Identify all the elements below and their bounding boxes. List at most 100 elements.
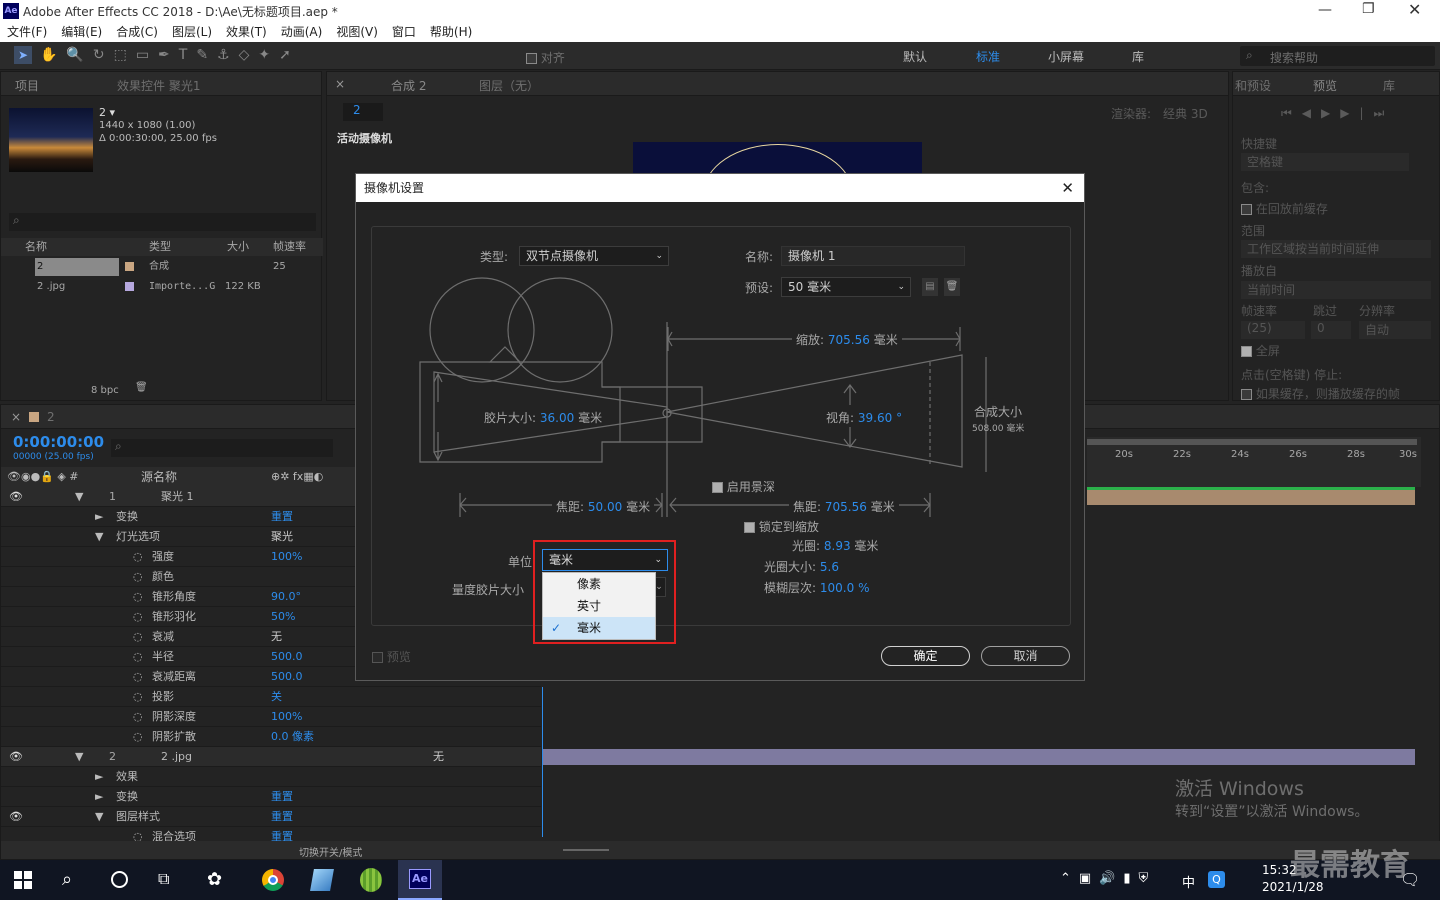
property-value[interactable]: 100% [271,707,302,727]
task-view-icon[interactable]: ⧉ [158,869,169,889]
windows-start-icon[interactable] [14,871,32,889]
menu-edit[interactable]: 编辑(E) [54,22,109,42]
tab-composition[interactable]: 合成 2 [391,77,426,94]
property-value[interactable]: 0.0 像素 [271,727,314,747]
snap-checkbox[interactable]: 对齐 [526,49,565,66]
preset-select[interactable]: 50 毫米 ⌄ [781,277,911,297]
blur-level-value[interactable]: 100.0 [820,581,854,595]
focal-length-value[interactable]: 50.00 [588,500,622,514]
units-option-pixels[interactable]: 像素 [543,573,655,595]
menu-composition[interactable]: 合成(C) [109,22,165,42]
stopwatch-icon[interactable]: ◌ [133,687,143,707]
selection-tool-icon[interactable]: ➤ [14,46,32,64]
maximize-button[interactable]: ❐ [1362,1,1378,17]
stopwatch-icon[interactable]: ◌ [133,727,143,747]
menu-effect[interactable]: 效果(T) [219,22,274,42]
toggle-switches-modes[interactable]: 切换开关/模式 [299,844,362,859]
focus-distance-value[interactable]: 705.56 [825,500,867,514]
workspace-small-screen[interactable]: 小屏幕 [1048,48,1084,65]
property-value[interactable]: 500.0 [271,647,303,667]
property-value[interactable]: 50% [271,607,295,627]
expand-toggle-icon[interactable]: ▼ [75,487,83,507]
property-value[interactable]: 重置 [271,807,293,827]
zoom-slider[interactable] [563,849,609,851]
property-value[interactable]: 关 [271,687,282,707]
property-value[interactable]: 无 [271,627,282,647]
search-icon[interactable]: ⌕ [62,869,72,890]
close-tab-icon[interactable]: × [335,77,345,91]
pinwheel-app-icon[interactable]: ✿ [207,869,222,890]
menu-window[interactable]: 窗口 [385,22,423,42]
project-item-comp[interactable]: 2 合成 25 [1,258,323,276]
property-row[interactable]: ◌ 阴影深度 100% [1,707,541,727]
layer1-bar[interactable] [1087,487,1415,505]
close-tab-icon[interactable]: × [11,410,21,424]
minimize-button[interactable]: — [1318,2,1334,18]
property-row[interactable]: ◌ 阴影扩散 0.0 像素 [1,727,541,747]
visibility-eye-icon[interactable]: 👁 [9,747,23,767]
stopwatch-icon[interactable]: ◌ [133,707,143,727]
delete-preset-icon[interactable]: 🗑 [944,278,960,296]
search-help-box[interactable]: ⌕ 搜索帮助 [1240,46,1435,66]
aperture-value[interactable]: 8.93 [824,539,851,553]
stopwatch-icon[interactable]: ◌ [133,547,143,567]
tab-effect-controls[interactable]: 效果控件 聚光1 [117,77,200,94]
cortana-icon[interactable] [111,871,128,888]
work-area-bar[interactable] [1087,439,1417,445]
shortcut-select[interactable]: 空格键 [1241,153,1409,171]
depth-of-field-checkbox[interactable]: 启用景深 [712,478,775,495]
aov-value[interactable]: 39.60 [858,411,892,425]
tab-library[interactable]: 库 [1383,77,1395,94]
comp-breadcrumb[interactable]: 2 [343,103,383,121]
stopwatch-icon[interactable]: ◌ [133,647,143,667]
property-row[interactable]: 👁 ▼ 图层样式 重置 [1,807,541,827]
tab-presets[interactable]: 和预设 [1235,77,1271,94]
timeline-search[interactable]: ⌕ [111,439,333,457]
tab-layer[interactable]: 图层（无） [479,77,539,94]
workspace-default[interactable]: 默认 [903,48,927,65]
play-from-select[interactable]: 当前时间 [1241,281,1431,299]
camera-type-select[interactable]: 双节点摄像机 ⌄ [519,246,669,266]
resolution-select[interactable]: 自动 [1359,321,1431,339]
f-stop-value[interactable]: 5.6 [820,560,839,574]
fps-select[interactable]: (25) [1241,321,1305,339]
tool-icons[interactable]: ✋🔍↻⬚▭✒T✎⚓◇✦➚ [40,47,300,63]
property-value[interactable]: 90.0° [271,587,301,607]
project-search[interactable]: ⌕ [9,213,316,231]
menu-animation[interactable]: 动画(A) [274,22,330,42]
range-select[interactable]: 工作区域按当前时间延伸 [1241,240,1431,258]
project-item-jpg[interactable]: 2 .jpg Importe...G 122 KB [1,278,323,296]
comp-name[interactable]: 2 ▾ [99,106,115,119]
expand-toggle-icon[interactable]: ▼ [95,807,103,827]
cancel-button[interactable]: 取消 [981,646,1070,666]
expand-toggle-icon[interactable]: ► [95,767,103,787]
col-type[interactable]: 类型 [149,238,171,256]
if-cached-checkbox[interactable]: 如果缓存，则播放缓存的帧 [1241,385,1400,402]
tab-project[interactable]: 项目 [15,77,39,94]
col-size[interactable]: 大小 [227,238,249,256]
chrome-icon[interactable] [262,869,284,891]
lock-to-zoom-checkbox[interactable]: 锁定到缩放 [744,518,819,535]
visibility-eye-icon[interactable]: 👁 [9,487,23,507]
timecode[interactable]: 0:00:00:00 [13,433,104,451]
cache-before-checkbox[interactable]: 在回放前缓存 [1241,200,1328,217]
ok-button[interactable]: 确定 [881,646,970,666]
ime-indicator[interactable]: 中 [1182,872,1195,891]
renderer-value[interactable]: 经典 3D [1163,105,1208,122]
dialog-close-icon[interactable]: ✕ [1061,174,1074,202]
notepad-app-icon[interactable] [310,869,334,891]
preview-checkbox[interactable]: 预览 [372,648,411,665]
menu-help[interactable]: 帮助(H) [423,22,479,42]
camera-name-input[interactable]: 摄像机 1 [781,246,965,266]
close-button[interactable]: ✕ [1408,0,1424,19]
property-row[interactable]: ◌ 投影 关 [1,687,541,707]
workspace-library[interactable]: 库 [1132,48,1144,65]
workspace-standard[interactable]: 标准 [976,48,1000,65]
menu-file[interactable]: 文件(F) [0,22,54,42]
layer-row[interactable]: 👁 2 ▼ 2 .jpg 无 [1,747,541,767]
zoom-value[interactable]: 705.56 [828,333,870,347]
qq-tray-icon[interactable]: Q [1208,871,1225,888]
skip-select[interactable]: 0 [1311,321,1351,339]
expand-toggle-icon[interactable]: ► [95,507,103,527]
units-option-millimeters[interactable]: ✓ 毫米 [543,617,655,639]
